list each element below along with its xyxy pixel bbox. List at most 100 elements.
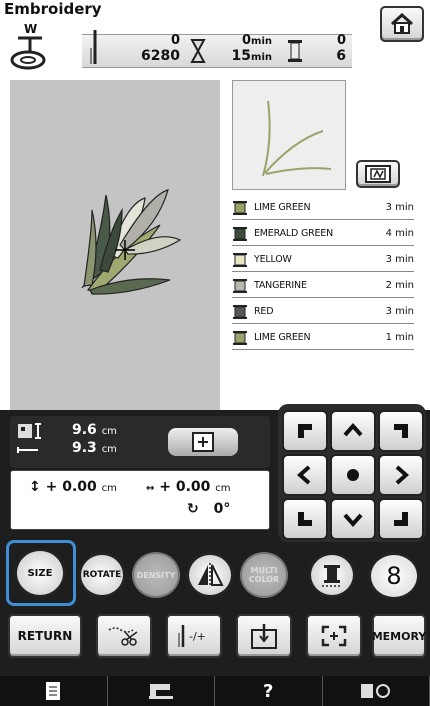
thread-time: 2 min	[385, 280, 414, 291]
horizontal-offset: ↔ + 0.00 cm	[146, 479, 231, 495]
mirror-icon	[198, 563, 224, 587]
time-current-value: 0	[241, 33, 252, 48]
embroidery-design-image	[81, 189, 182, 295]
thread-name: RED	[254, 306, 274, 317]
thread-row: RED 3 min	[232, 300, 414, 324]
move-right-button[interactable]	[378, 454, 424, 496]
stitch-step-button[interactable]: -/+	[166, 614, 222, 658]
settings-button[interactable]	[323, 676, 430, 706]
frame-display-icon	[365, 165, 391, 183]
mirror-button[interactable]	[186, 552, 234, 598]
move-left-button[interactable]	[282, 454, 328, 496]
page-title: Embroidery	[4, 0, 102, 18]
time-total-value: 15	[231, 48, 252, 64]
position-info-panel: ↕ + 0.00 cm ↔ + 0.00 cm ↻ 0°	[10, 470, 270, 530]
move-down-button[interactable]	[330, 498, 376, 540]
sewing-machine-icon	[148, 684, 173, 699]
memory-button[interactable]: MEMORY	[372, 614, 426, 658]
move-down-left-button[interactable]	[282, 498, 328, 540]
thread-time: 3 min	[385, 254, 414, 265]
size-height: 9.6 cm	[72, 422, 117, 438]
move-up-button[interactable]	[330, 410, 376, 452]
arrow-down-right-icon	[394, 512, 408, 526]
center-button[interactable]	[330, 454, 376, 496]
arrow-left-icon	[296, 465, 311, 485]
document-button[interactable]	[0, 676, 108, 706]
rotation-value: 0°	[213, 501, 231, 517]
rotate-button[interactable]: ROTATE	[78, 552, 126, 598]
color-total: 6	[336, 48, 346, 64]
arrow-down-icon	[343, 513, 363, 528]
arrow-up-left-icon	[298, 424, 312, 438]
stitch-total: 6280	[141, 48, 180, 64]
cut-jump-stitch-button[interactable]	[96, 614, 152, 658]
thread-spool-icon	[233, 330, 247, 345]
number-button-label: 8	[386, 562, 402, 590]
thread-time: 3 min	[385, 202, 414, 213]
thread-time: 3 min	[385, 306, 414, 317]
horizontal-offset-value: + 0.00	[159, 479, 211, 495]
scissors-icon	[108, 627, 138, 646]
move-up-right-button[interactable]	[378, 410, 424, 452]
size-button-label: SIZE	[27, 567, 53, 579]
spool-icon	[288, 40, 302, 62]
move-up-left-button[interactable]	[282, 410, 328, 452]
needle-step-icon: -/+	[178, 625, 206, 647]
presser-foot-icon	[10, 36, 46, 70]
help-button[interactable]: ?	[215, 676, 323, 706]
svg-text:-/+: -/+	[189, 630, 206, 643]
vertical-arrow-icon: ↕	[29, 479, 41, 495]
trial-frame-icon	[321, 625, 347, 647]
size-width-value: 9.3	[72, 440, 97, 456]
color-current: 0	[336, 33, 346, 48]
trial-button[interactable]	[306, 614, 362, 658]
start-point-icon	[251, 624, 277, 649]
stitch-current: 0	[170, 33, 180, 48]
thread-spool-icon	[233, 200, 247, 215]
embroidery-preview[interactable]	[10, 80, 220, 410]
thread-palette-button[interactable]	[308, 552, 356, 598]
size-info-panel: 9.6 cm 9.3 cm	[10, 416, 270, 468]
number-button[interactable]: 8	[368, 552, 420, 600]
machine-button[interactable]	[108, 676, 215, 706]
size-height-unit: cm	[101, 426, 117, 437]
size-dimension-icon	[17, 423, 41, 453]
home-icon	[390, 13, 414, 34]
thread-row: LIME GREEN 1 min	[232, 326, 414, 350]
size-height-value: 9.6	[72, 422, 97, 438]
thread-row: TANGERINE 2 min	[232, 274, 414, 298]
thread-row: YELLOW 3 min	[232, 248, 414, 272]
time-total-unit: min	[251, 52, 272, 63]
multi-color-button[interactable]: MULTI COLOR	[240, 552, 288, 598]
thread-spool-icon	[233, 278, 247, 293]
document-icon	[46, 682, 61, 700]
time-current-unit: min	[251, 36, 272, 47]
horizontal-offset-unit: cm	[215, 483, 231, 494]
move-down-right-button[interactable]	[378, 498, 424, 540]
return-button[interactable]: RETURN	[8, 614, 82, 658]
size-width: 9.3 cm	[72, 440, 117, 456]
thumbnail-image	[262, 100, 332, 177]
thread-time: 1 min	[385, 332, 414, 343]
vertical-offset-unit: cm	[101, 483, 117, 494]
vertical-offset-value: + 0.00	[45, 479, 97, 495]
hourglass-icon	[190, 39, 206, 63]
multi-color-button-label: MULTI COLOR	[248, 566, 280, 584]
start-point-button[interactable]	[236, 614, 292, 658]
frame-view-button[interactable]	[356, 160, 400, 188]
density-button[interactable]: DENSITY	[132, 552, 180, 598]
rotation-angle: ↻ 0°	[187, 501, 230, 517]
arrow-up-right-icon	[394, 424, 408, 438]
time-total: 15min	[210, 48, 272, 64]
return-button-label: RETURN	[17, 629, 73, 643]
center-dot-icon	[347, 469, 359, 481]
thread-name: YELLOW	[254, 254, 292, 265]
hoop-size-icon	[168, 428, 238, 456]
home-button[interactable]	[380, 6, 424, 42]
thread-spool-icon	[233, 226, 247, 241]
thread-name: LIME GREEN	[254, 202, 311, 213]
rotate-icon: ↻	[187, 501, 199, 517]
size-button[interactable]: SIZE	[14, 548, 66, 598]
memory-button-label: MEMORY	[371, 629, 427, 643]
size-width-unit: cm	[101, 444, 117, 455]
